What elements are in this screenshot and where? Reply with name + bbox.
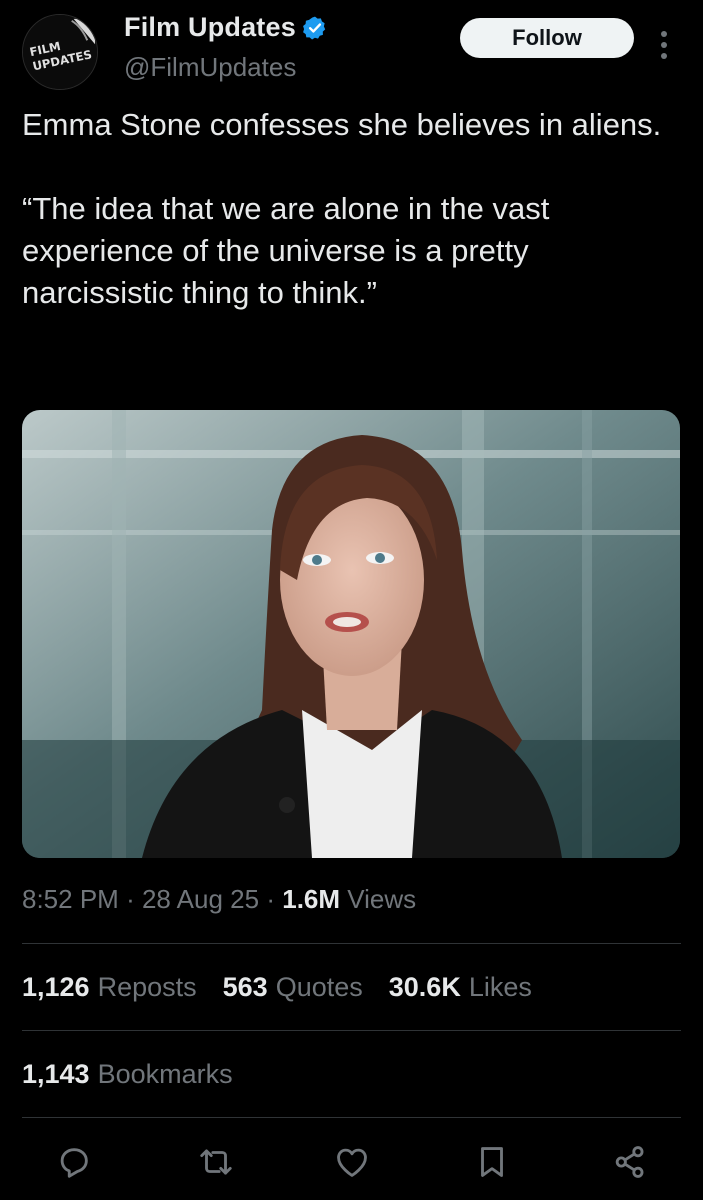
repost-icon xyxy=(200,1149,232,1175)
share-button[interactable] xyxy=(608,1140,652,1184)
tweet-header: FILM UPDATES Film Updates @FilmUpdates F… xyxy=(22,8,681,90)
reposts-stat[interactable]: 1,126 Reposts xyxy=(22,972,197,1003)
bookmarks-stat[interactable]: 1,143 Bookmarks xyxy=(22,1059,233,1090)
views-label: Views xyxy=(347,884,417,914)
meta-separator: · xyxy=(266,884,275,914)
reposts-label: Reposts xyxy=(97,972,197,1002)
more-options-icon[interactable] xyxy=(654,28,674,62)
like-icon xyxy=(337,1148,367,1177)
tweet-photo[interactable] xyxy=(22,410,680,858)
meta-separator: · xyxy=(126,884,135,914)
divider xyxy=(22,943,681,944)
divider xyxy=(22,1030,681,1031)
divider xyxy=(22,1117,681,1118)
tweet-date[interactable]: 28 Aug 25 xyxy=(142,884,259,914)
reply-button[interactable] xyxy=(52,1140,96,1184)
tweet-text: Emma Stone confesses she believes in ali… xyxy=(22,107,662,310)
quotes-label: Quotes xyxy=(275,972,363,1002)
share-icon xyxy=(615,1146,644,1178)
reposts-count: 1,126 xyxy=(22,972,90,1002)
likes-count: 30.6K xyxy=(388,972,461,1002)
name-row: Film Updates xyxy=(124,12,328,43)
like-button[interactable] xyxy=(330,1140,374,1184)
account-handle[interactable]: @FilmUpdates xyxy=(124,52,296,83)
interview-photo xyxy=(22,410,680,858)
engagement-stats: 1,126 Reposts 563 Quotes 30.6K Likes xyxy=(22,972,558,1003)
tweet-meta: 8:52 PM · 28 Aug 25 · 1.6M Views xyxy=(22,884,416,915)
action-bar xyxy=(0,1140,703,1190)
quotes-count: 563 xyxy=(222,972,268,1002)
bookmark-button[interactable] xyxy=(470,1140,514,1184)
film-updates-logo: FILM UPDATES xyxy=(23,15,97,89)
bookmark-icon xyxy=(481,1147,503,1177)
tweet-time[interactable]: 8:52 PM xyxy=(22,884,119,914)
reply-icon xyxy=(60,1148,88,1178)
views-count: 1.6M xyxy=(282,884,341,914)
avatar[interactable]: FILM UPDATES xyxy=(22,14,98,90)
repost-button[interactable] xyxy=(194,1140,238,1184)
verified-badge-icon xyxy=(303,16,326,39)
tweet-detail-page: FILM UPDATES Film Updates @FilmUpdates F… xyxy=(0,0,703,1200)
quotes-stat[interactable]: 563 Quotes xyxy=(223,972,363,1003)
display-name[interactable]: Film Updates xyxy=(124,12,296,43)
likes-label: Likes xyxy=(468,972,532,1002)
bookmarks-label: Bookmarks xyxy=(97,1059,233,1089)
bookmarks-count: 1,143 xyxy=(22,1059,90,1089)
likes-stat[interactable]: 30.6K Likes xyxy=(389,972,532,1003)
follow-button[interactable]: Follow xyxy=(460,18,634,58)
